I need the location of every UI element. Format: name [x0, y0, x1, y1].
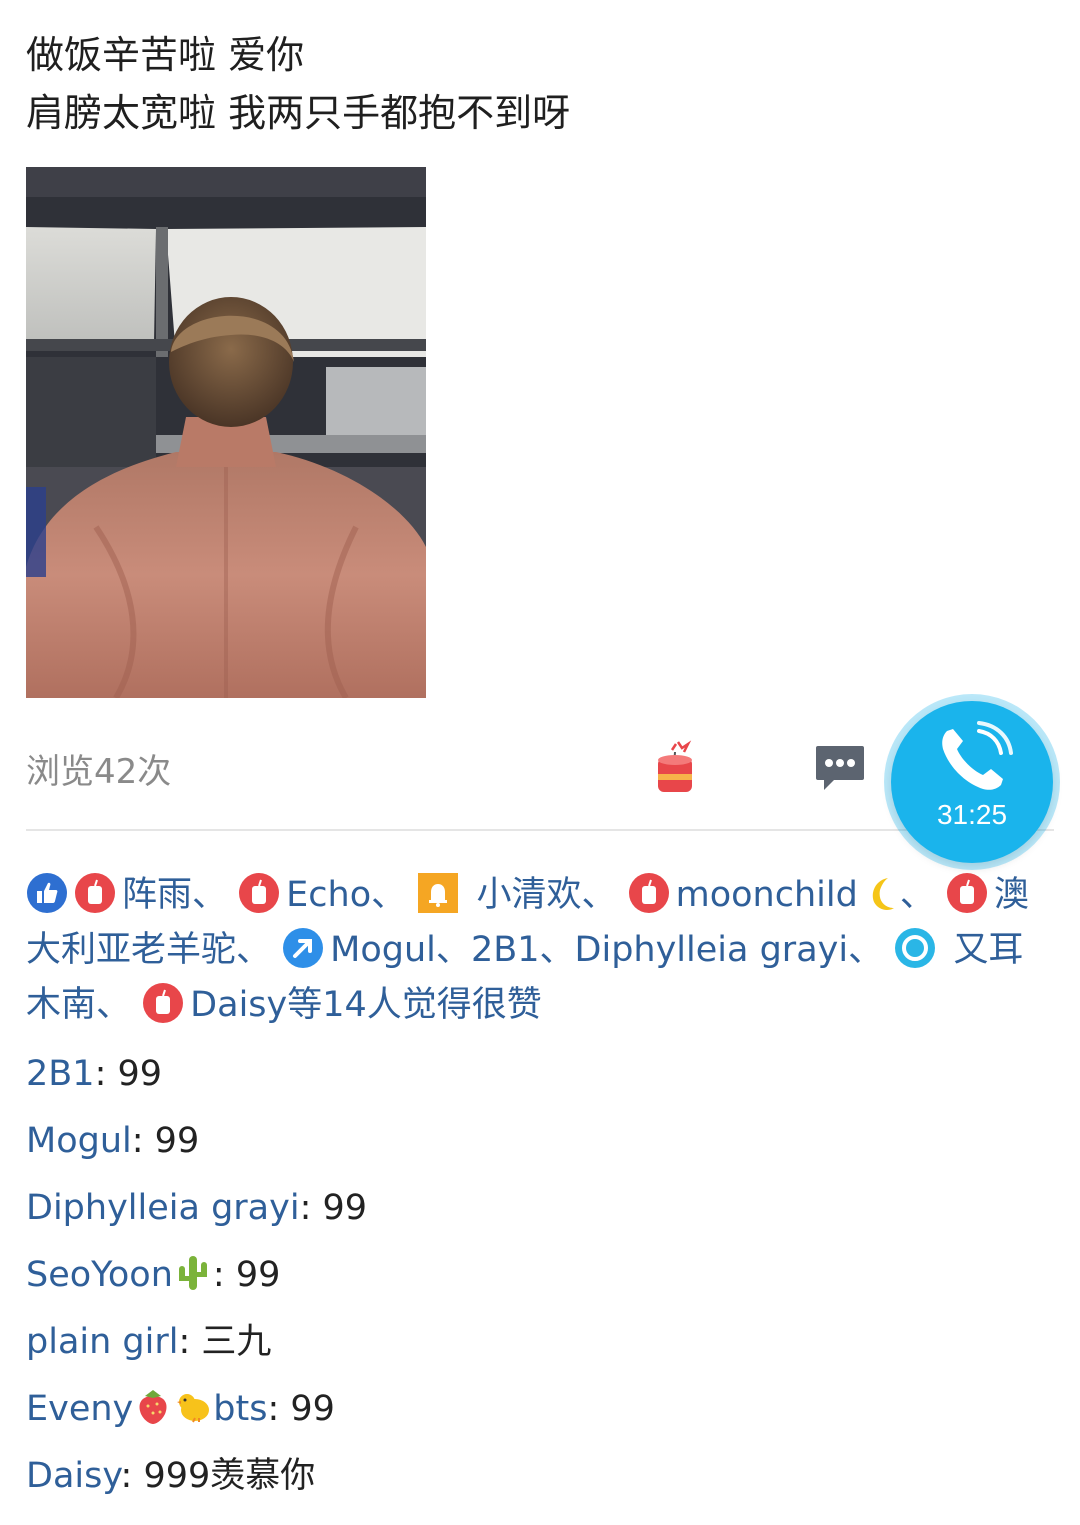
call-timer: 31:25 — [936, 799, 1008, 830]
like-separator: 、 — [581, 875, 617, 915]
comment-author[interactable]: Diphylleia grayi — [26, 1188, 300, 1228]
comment-sep: : — [299, 1188, 323, 1228]
comment-sep: : — [212, 1255, 236, 1295]
like-name[interactable]: Daisy — [190, 985, 287, 1025]
bell-badge-icon — [418, 873, 459, 913]
firecracker-badge-icon — [628, 873, 669, 913]
like-separator: 、 — [96, 985, 132, 1025]
comment-text: 99 — [235, 1255, 281, 1295]
comment-author[interactable]: SeoYoon — [26, 1255, 213, 1295]
cactus-icon — [178, 1256, 207, 1290]
phone-icon — [942, 721, 1013, 790]
speech-bubble-icon[interactable] — [812, 742, 866, 794]
like-separator: 、 — [236, 930, 272, 970]
comment-text: 99 — [154, 1121, 200, 1161]
comment-text: 99 — [322, 1188, 368, 1228]
comment-text: 999羡慕你 — [143, 1456, 316, 1496]
comment-author[interactable]: plain girl — [26, 1322, 178, 1362]
comment-author[interactable]: Daisy — [26, 1456, 121, 1496]
like-separator: 、 — [539, 930, 575, 970]
comment-item: Eveny bts: 99 — [26, 1381, 1054, 1448]
likes-list: 阵雨、 Echo、 小清欢、 moonchild 、 澳大利亚老羊驼、 Mogu… — [26, 868, 1058, 1033]
likes-suffix: 等14人觉得很赞 — [287, 985, 542, 1025]
firecracker-badge-icon — [239, 873, 280, 913]
comment-author[interactable]: 2B1 — [26, 1054, 95, 1094]
like-separator: 、 — [192, 875, 228, 915]
comment-sep: : — [267, 1389, 291, 1429]
comment-author-prefix: SeoYoon — [26, 1255, 173, 1295]
like-name[interactable]: Echo — [286, 875, 371, 915]
like-name[interactable]: 小清欢 — [476, 875, 581, 915]
view-count: 浏览42次 — [26, 752, 172, 792]
comment-sep: : — [120, 1456, 144, 1496]
comment-text: 99 — [290, 1389, 335, 1429]
comment-item: Daisy: 999羡慕你 — [26, 1448, 1054, 1515]
comment-author-prefix: Eveny — [26, 1389, 134, 1429]
comment-item: Diphylleia grayi: 99 — [26, 1180, 1054, 1247]
post-text: 做饭辛苦啦 爱你 肩膀太宽啦 我两只手都抱不到呀 — [26, 26, 1046, 142]
post-photo[interactable] — [26, 167, 426, 698]
like-name[interactable]: 2B1 — [471, 930, 540, 970]
like-separator: 、 — [848, 930, 884, 970]
like-separator: 、 — [899, 875, 935, 915]
like-separator: 、 — [371, 875, 407, 915]
like-name[interactable]: Mogul — [330, 930, 436, 970]
chick-icon — [177, 1394, 210, 1423]
comment-item: plain girl: 三九 — [26, 1314, 1054, 1381]
share-arrow-badge-icon — [283, 928, 324, 968]
comment-item: 2B1: 99 — [26, 1046, 1054, 1113]
comment-sep: : — [178, 1322, 202, 1362]
photo-illustration — [26, 167, 426, 698]
comment-author[interactable]: Mogul — [26, 1121, 132, 1161]
ring-badge-icon — [895, 928, 936, 968]
comment-list: 2B1: 99 Mogul: 99 Diphylleia grayi: 99 S… — [26, 1046, 1054, 1515]
call-floating-button[interactable]: 31:25 — [891, 701, 1053, 863]
comment-text: 三九 — [201, 1322, 272, 1362]
post-line-1: 做饭辛苦啦 爱你 — [26, 33, 305, 77]
like-separator: 、 — [435, 930, 471, 970]
firecracker-like-icon[interactable] — [652, 738, 698, 796]
firecracker-badge-icon — [143, 983, 184, 1023]
comment-author-suffix: bts — [213, 1389, 268, 1429]
like-name[interactable]: Diphylleia grayi — [575, 930, 849, 970]
comment-author[interactable]: Eveny bts — [26, 1389, 267, 1429]
comment-sep: : — [94, 1054, 118, 1094]
comment-item: SeoYoon : 99 — [26, 1247, 1054, 1314]
firecracker-badge-icon — [946, 873, 987, 913]
like-name[interactable]: moonchild — [676, 875, 858, 915]
firecracker-badge-icon — [75, 873, 115, 913]
thumbs-up-icon — [27, 873, 67, 913]
strawberry-icon — [139, 1390, 167, 1424]
comment-item: Mogul: 99 — [26, 1113, 1054, 1180]
comment-text: 99 — [117, 1054, 163, 1094]
like-name[interactable]: 阵雨 — [122, 875, 192, 915]
crescent-moon-icon — [872, 878, 894, 910]
post-line-2: 肩膀太宽啦 我两只手都抱不到呀 — [26, 91, 571, 135]
comment-sep: : — [131, 1121, 155, 1161]
